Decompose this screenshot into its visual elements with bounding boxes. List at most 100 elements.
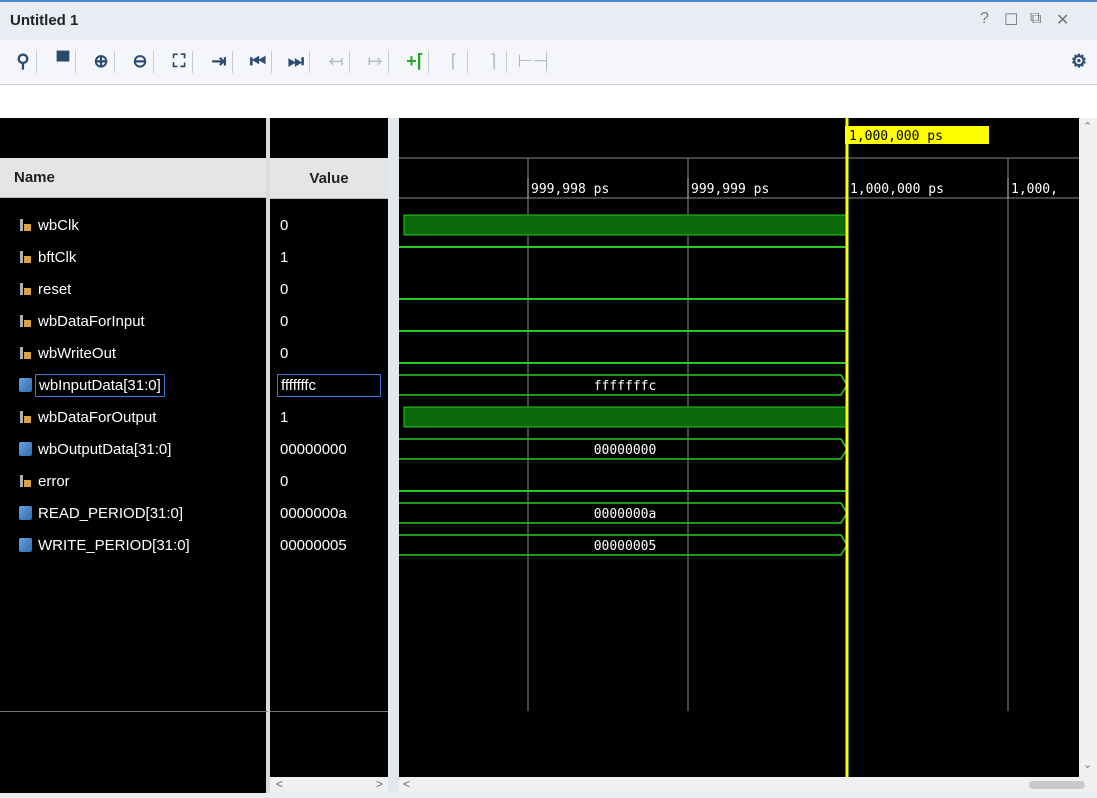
go-to-cursor-icon[interactable]: ⇥ <box>206 48 232 74</box>
signal-value-row[interactable]: 0 <box>280 305 288 337</box>
toolbar-separator <box>349 51 350 73</box>
toolbar-separator <box>153 51 154 73</box>
go-to-end-icon[interactable]: ⏭ <box>283 48 309 74</box>
signal-value: 1 <box>280 248 289 266</box>
signal-value: 0 <box>280 472 289 490</box>
previous-marker-icon: ⌈ <box>450 50 458 71</box>
signal-value: 0 <box>280 344 289 362</box>
pane-divider[interactable] <box>388 118 399 793</box>
signal-row[interactable]: wbOutputData[31:0] <box>0 433 171 465</box>
signal-value-row[interactable]: 1 <box>280 401 288 433</box>
signal-row[interactable]: bftClk <box>0 241 76 273</box>
save-icon[interactable]: ▀ <box>50 48 76 74</box>
signal-name: wbClk <box>38 216 79 234</box>
settings-gear-icon[interactable]: ⚙ <box>1066 48 1092 74</box>
name-column: Name wbClk bftClk reset wbDataForInput wbWri… <box>0 118 268 793</box>
zoom-out-icon[interactable]: ⊖ <box>127 48 153 74</box>
go-to-start-icon[interactable]: ⏮ <box>245 48 271 74</box>
signal-row[interactable]: wbDataForInput <box>0 305 145 337</box>
signal-row[interactable]: reset <box>0 273 71 305</box>
bus-value-label: 00000005 <box>594 539 657 554</box>
signal-row[interactable]: error <box>0 465 70 497</box>
bus-signal-icon <box>19 442 32 456</box>
zoom-search-icon[interactable]: ⚲ <box>10 48 36 74</box>
signal-value: 0 <box>280 312 289 330</box>
toolbar-separator <box>114 51 115 73</box>
signal-value-row[interactable]: 0 <box>280 273 288 305</box>
signal-value: 1 <box>280 408 289 426</box>
scroll-down-icon[interactable]: ⌄ <box>1083 758 1092 771</box>
value-column: Value 0 1 0 0 0 fffffffc 1 00000000 0 0000000a 000… <box>270 118 388 793</box>
signal-name: READ_PERIOD[31:0] <box>38 504 184 522</box>
ruler-label: 1,000, <box>1011 182 1058 197</box>
signal-value-row[interactable]: 0 <box>280 209 288 241</box>
wave-scroll-thumb[interactable] <box>1029 781 1085 789</box>
signal-row[interactable]: READ_PERIOD[31:0] <box>0 497 183 529</box>
name-column-header[interactable]: Name <box>0 158 268 198</box>
bus-value-label: fffffffc <box>594 379 657 394</box>
scroll-right-icon[interactable]: > <box>376 777 383 791</box>
next-transition-icon: ↦ <box>367 50 383 71</box>
value-pane-separator <box>270 711 388 712</box>
signal-name: error <box>38 472 70 490</box>
swap-cursors-icon: ⊢⊣ <box>517 50 549 71</box>
bit-signal-icon <box>19 410 32 424</box>
signal-value-row[interactable]: 0 <box>280 465 288 497</box>
waveform-canvas[interactable]: 999,998 ps 999,999 ps 1,000,000 ps 1,000, 1,… <box>399 118 1079 711</box>
wave-scroll-left-icon[interactable]: < <box>403 777 410 791</box>
add-marker-icon[interactable]: +⌈ <box>402 48 428 74</box>
close-icon[interactable]: ✕ <box>1056 10 1069 30</box>
bus-signal-icon <box>19 538 32 552</box>
cursor-time-label: 1,000,000 ps <box>849 129 943 144</box>
signal-value-row[interactable]: 00000000 <box>280 433 347 465</box>
scroll-up-icon[interactable]: ⌃ <box>1083 120 1092 133</box>
toolbar-separator <box>271 51 272 73</box>
signal-value: 00000005 <box>280 536 347 554</box>
signal-value-row[interactable]: 0 <box>280 337 288 369</box>
bus-signal-icon <box>19 506 32 520</box>
signal-value-row[interactable]: 0000000a <box>280 497 347 529</box>
signal-row[interactable]: wbClk <box>0 209 79 241</box>
toolbar-separator <box>192 51 193 73</box>
signal-name: bftClk <box>38 248 77 266</box>
float-icon[interactable]: ⧉ <box>1030 10 1041 28</box>
signal-name: WRITE_PERIOD[31:0] <box>38 536 190 554</box>
bus-signal-icon <box>19 378 32 392</box>
signal-value-row[interactable]: 00000005 <box>280 529 347 561</box>
toolbar-separator <box>232 51 233 73</box>
value-column-header[interactable]: Value <box>270 158 388 199</box>
bit-signal-icon <box>19 346 32 360</box>
ruler-label: 999,998 ps <box>531 182 609 197</box>
signal-value: 00000000 <box>280 440 347 458</box>
ruler-label: 999,999 ps <box>691 182 769 197</box>
title-bar: Untitled 1 ? ☐ ⧉ ✕ <box>0 2 1097 41</box>
signal-row[interactable]: WRITE_PERIOD[31:0] <box>0 529 190 561</box>
toolbar-separator <box>428 51 429 73</box>
signal-row[interactable]: wbWriteOut <box>0 337 116 369</box>
signal-name: wbDataForOutput <box>38 408 157 426</box>
bit-signal-icon <box>19 474 32 488</box>
restore-icon[interactable]: ☐ <box>1004 10 1018 30</box>
signal-value-row[interactable]: fffffffc <box>277 369 381 401</box>
waveform-area[interactable]: 999,998 ps 999,999 ps 1,000,000 ps 1,000, 1,… <box>399 118 1079 711</box>
signal-value-row[interactable]: 1 <box>280 241 288 273</box>
toolbar-separator <box>309 51 310 73</box>
zoom-in-icon[interactable]: ⊕ <box>88 48 114 74</box>
scroll-left-icon[interactable]: < <box>276 777 283 791</box>
toolbar-separator <box>388 51 389 73</box>
signal-value: 0 <box>280 216 289 234</box>
help-icon[interactable]: ? <box>980 10 989 28</box>
vertical-scrollbar[interactable]: ⌃ ⌄ <box>1079 118 1097 793</box>
signal-row[interactable]: wbInputData[31:0] <box>0 369 165 401</box>
bus-value-label: 00000000 <box>594 443 657 458</box>
toolbar: ⚲ ▀ ⊕ ⊖ ⛶ ⇥ ⏮ ⏭ ↤ ↦ +⌈ ⌈ ⌉ ⊢⊣ ⚙ <box>0 40 1097 85</box>
zoom-fit-icon[interactable]: ⛶ <box>166 48 192 74</box>
next-marker-icon: ⌉ <box>489 50 497 71</box>
toolbar-separator <box>467 51 468 73</box>
bit-signal-icon <box>19 314 32 328</box>
signal-name: wbInputData[31:0] <box>35 373 165 397</box>
bit-signal-icon <box>19 250 32 264</box>
toolbar-separator <box>506 51 507 73</box>
signal-row[interactable]: wbDataForOutput <box>0 401 156 433</box>
previous-transition-icon: ↤ <box>328 50 344 71</box>
